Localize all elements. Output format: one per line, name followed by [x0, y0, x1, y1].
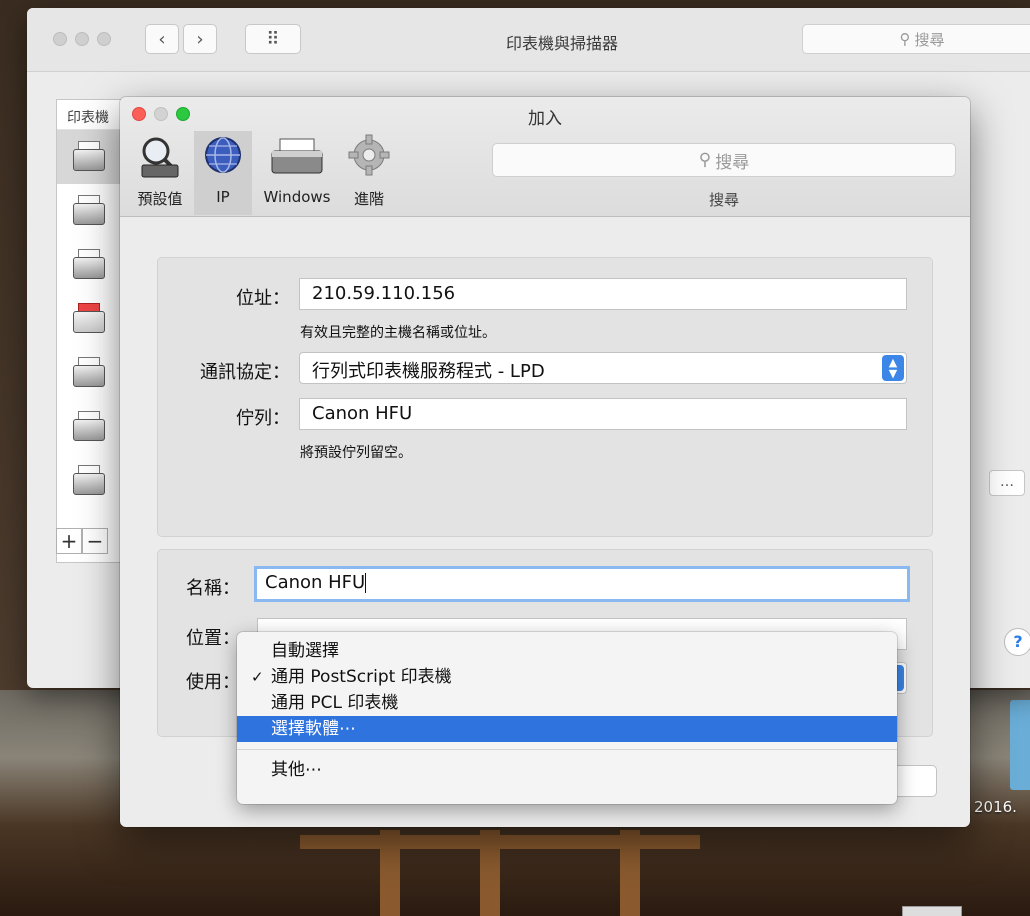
- location-label: 位置：: [186, 628, 240, 649]
- printer-icon: [71, 301, 107, 337]
- name-field[interactable]: Canon HFU: [254, 566, 910, 602]
- screenshot-thumbnail[interactable]: [902, 906, 962, 916]
- menu-item-label: 通用 PostScript 印表機: [271, 667, 452, 687]
- printer-icon: [71, 193, 107, 229]
- menu-item-label: 其他⋯: [271, 760, 322, 780]
- gear-icon: [340, 131, 398, 181]
- protocol-popup[interactable]: 行列式印表機服務程式 - LPD ▲ ▼: [299, 352, 907, 384]
- queue-label: 佇列：: [236, 408, 290, 429]
- dialog-title: 加入: [528, 109, 562, 129]
- address-label: 位址：: [236, 288, 290, 309]
- menu-item-generic-postscript[interactable]: ✓ 通用 PostScript 印表機: [237, 664, 897, 690]
- printer-icon: [71, 409, 107, 445]
- menu-item-label: 通用 PCL 印表機: [271, 693, 399, 713]
- chevron-updown-icon: ▲▼: [882, 355, 904, 381]
- connection-group: 位址： 210.59.110.156 有效且完整的主機名稱或位址。 通訊協定： …: [157, 257, 933, 537]
- menu-separator: [237, 749, 897, 750]
- tab-advanced[interactable]: 進階: [340, 131, 398, 215]
- printer-icon: [71, 463, 107, 499]
- tab-ip[interactable]: IP: [194, 131, 252, 215]
- dialog-toolbar: 加入 預設值 IP Windows 進階 ⚲ 搜尋 搜尋: [120, 97, 970, 217]
- menu-item-label: 選擇軟體⋯: [271, 719, 356, 739]
- remove-printer-button[interactable]: −: [82, 528, 108, 554]
- driver-menu: 自動選擇 ✓ 通用 PostScript 印表機 通用 PCL 印表機 選擇軟體…: [237, 632, 897, 804]
- name-value: Canon HFU: [265, 572, 366, 593]
- printer-list-buttons: + −: [56, 528, 108, 560]
- protocol-label: 通訊協定：: [200, 362, 290, 383]
- globe-icon: [194, 131, 252, 181]
- main-search-placeholder: 搜尋: [914, 30, 945, 49]
- search-icon: ⚲: [899, 30, 911, 48]
- add-printer-button[interactable]: +: [56, 528, 82, 554]
- folder-icon[interactable]: [1010, 700, 1030, 790]
- tab-default[interactable]: 預設值: [128, 131, 192, 215]
- main-titlebar: ‹ › ⠿ 印表機與掃描器 ⚲ 搜尋: [27, 8, 1030, 72]
- menu-item-select-software[interactable]: 選擇軟體⋯: [237, 716, 897, 742]
- search-icon: ⚲: [698, 150, 712, 170]
- menu-item-label: 自動選擇: [271, 641, 339, 661]
- easel-bar: [300, 835, 700, 849]
- printer-icon: [256, 131, 338, 181]
- queue-field[interactable]: Canon HFU: [299, 398, 907, 430]
- desktop-date-label: 2016.: [974, 798, 1017, 816]
- tab-advanced-label: 進階: [353, 190, 384, 208]
- dialog-search-label: 搜尋: [708, 191, 739, 209]
- printer-icon: [71, 247, 107, 283]
- tab-windows[interactable]: Windows: [256, 131, 338, 215]
- more-options-button[interactable]: …: [989, 470, 1025, 496]
- address-field[interactable]: 210.59.110.156: [299, 278, 907, 310]
- protocol-value: 行列式印表機服務程式 - LPD: [312, 361, 545, 382]
- checkmark-icon: ✓: [251, 668, 264, 686]
- queue-hint: 將預設佇列留空。: [300, 445, 412, 461]
- name-label: 名稱：: [186, 578, 240, 599]
- menu-item-generic-pcl[interactable]: 通用 PCL 印表機: [237, 690, 897, 716]
- printer-icon: [71, 355, 107, 391]
- use-label: 使用：: [186, 672, 240, 693]
- dialog-search-placeholder: 搜尋: [715, 152, 750, 173]
- address-hint: 有效且完整的主機名稱或位址。: [300, 325, 496, 341]
- help-button[interactable]: ?: [1004, 628, 1030, 656]
- magnifier-icon: [128, 131, 192, 181]
- main-search-field[interactable]: ⚲ 搜尋: [802, 24, 1030, 54]
- printer-icon: [71, 139, 107, 175]
- menu-item-other[interactable]: 其他⋯: [237, 757, 897, 783]
- text-caret: [365, 573, 367, 593]
- dialog-search-field[interactable]: ⚲ 搜尋: [492, 143, 956, 177]
- tab-windows-label: Windows: [263, 188, 331, 206]
- menu-item-auto[interactable]: 自動選擇: [237, 638, 897, 664]
- tab-default-label: 預設值: [137, 190, 183, 208]
- tab-ip-label: IP: [216, 188, 230, 206]
